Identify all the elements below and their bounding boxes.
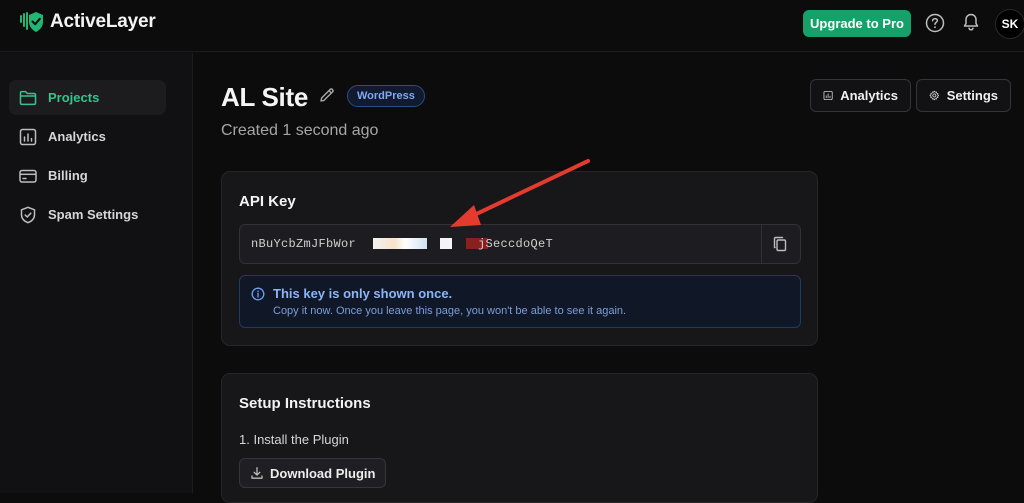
settings-button-label: Settings (946, 88, 998, 103)
bar-chart-icon (19, 128, 37, 145)
folder-icon (19, 90, 37, 105)
api-key-value-end: jSeccdoQeT (478, 237, 554, 251)
upgrade-button[interactable]: Upgrade to Pro (803, 10, 911, 37)
sidebar-item-label: Spam Settings (48, 207, 139, 222)
info-icon (251, 287, 265, 301)
download-plugin-button[interactable]: Download Plugin (239, 458, 387, 488)
shield-check-icon (20, 206, 36, 223)
copy-icon[interactable] (771, 235, 789, 253)
platform-badge: WordPress (347, 85, 425, 107)
download-icon (251, 467, 263, 479)
setup-heading: Setup Instructions (239, 395, 371, 412)
divider (761, 225, 762, 263)
sidebar-item-projects[interactable]: Projects (9, 80, 166, 115)
page-title: AL Site (221, 82, 308, 112)
setup-step-label: 1. Install the Plugin (239, 432, 349, 447)
sidebar-item-label: Projects (48, 90, 100, 105)
sidebar-item-billing[interactable]: Billing (9, 158, 166, 193)
help-icon[interactable] (925, 13, 945, 33)
analytics-button[interactable]: Analytics (810, 79, 911, 112)
api-key-heading: API Key (239, 193, 296, 210)
app-logo[interactable]: ActiveLayer (18, 10, 156, 34)
activelayer-logo-icon (20, 12, 43, 32)
sidebar-item-analytics[interactable]: Analytics (9, 119, 166, 154)
sidebar-item-label: Billing (48, 168, 88, 183)
download-plugin-label: Download Plugin (270, 465, 376, 481)
sidebar: Projects Analytics Billing Spam Settings (0, 53, 193, 493)
analytics-button-label: Analytics (840, 88, 898, 103)
pencil-edit-icon[interactable] (318, 86, 336, 104)
gear-icon (929, 90, 940, 101)
setup-instructions-card: Setup Instructions 1. Install the Plugin… (221, 373, 818, 503)
api-key-field[interactable]: nBuYcbZmJFbWor jSeccdoQeT (239, 224, 801, 264)
app-name: ActiveLayer (50, 11, 156, 32)
user-avatar[interactable]: SK (995, 9, 1024, 39)
notice-title: This key is only shown once. (273, 286, 453, 301)
created-timestamp: Created 1 second ago (221, 122, 379, 139)
bar-chart-icon (823, 90, 833, 101)
credit-card-icon (19, 169, 37, 183)
settings-button[interactable]: Settings (916, 79, 1011, 112)
sidebar-item-label: Analytics (48, 129, 106, 144)
info-notice: This key is only shown once. Copy it now… (239, 275, 801, 328)
sidebar-item-spam-settings[interactable]: Spam Settings (9, 197, 166, 232)
notice-body: Copy it now. Once you leave this page, y… (273, 305, 627, 317)
redaction-mark (440, 238, 452, 249)
api-key-card: API Key nBuYcbZmJFbWor jSeccdoQeT This k… (221, 171, 818, 346)
notifications-bell-icon[interactable] (961, 12, 981, 32)
redaction-mark (373, 238, 427, 249)
top-bar: ActiveLayer Upgrade to Pro SK (0, 0, 1024, 52)
api-key-value-start: nBuYcbZmJFbWor (251, 237, 357, 251)
